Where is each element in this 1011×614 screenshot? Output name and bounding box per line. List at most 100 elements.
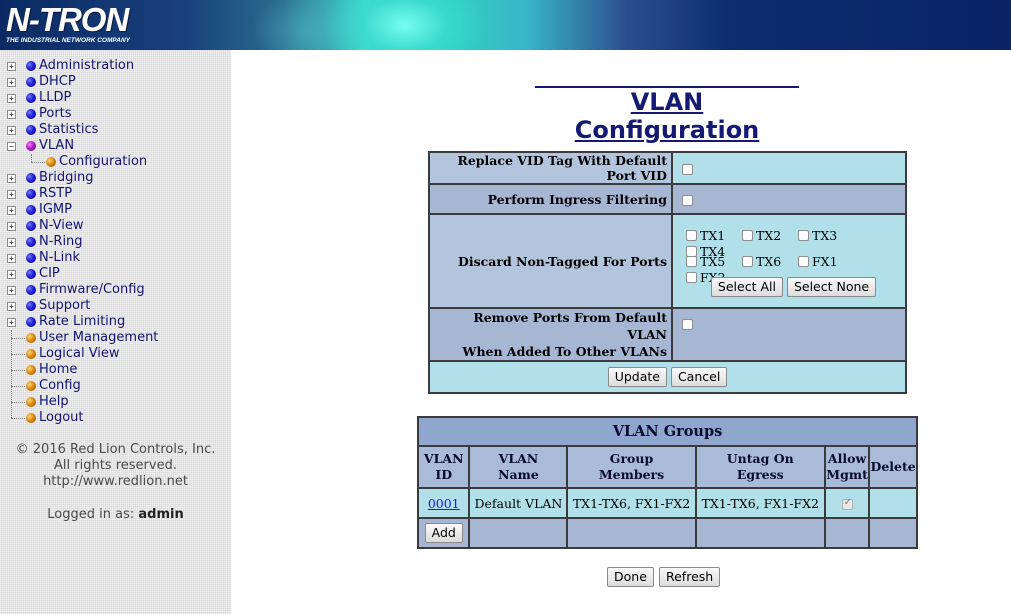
config-actions: Update Cancel: [430, 362, 905, 392]
rights-text: All rights reserved.: [54, 458, 177, 473]
collapse-icon[interactable]: −: [7, 142, 16, 151]
sidebar-item-cip[interactable]: + CIP: [0, 266, 231, 282]
login-prefix: Logged in as:: [47, 507, 135, 522]
expand-icon[interactable]: +: [7, 78, 16, 87]
company-url: http://www.redlion.net: [43, 474, 188, 489]
discard-untagged-cell: TX1TX2TX3TX4 TX5TX6FX1FX2 Select All Sel…: [673, 215, 905, 307]
blue-bullet-icon: [26, 205, 36, 215]
sidebar-item-statistics[interactable]: + Statistics: [0, 122, 231, 138]
delete-cell: [870, 489, 916, 517]
col-vlan-id-line2: ID: [435, 467, 453, 482]
sidebar-item-dhcp[interactable]: + DHCP: [0, 74, 231, 90]
empty-cell: [825, 519, 869, 547]
cancel-button[interactable]: Cancel: [670, 367, 728, 387]
select-all-button[interactable]: Select All: [710, 277, 783, 297]
sidebar-item-label: VLAN: [39, 138, 75, 153]
sidebar-item-igmp[interactable]: + IGMP: [0, 202, 231, 218]
sidebar-item-help[interactable]: Help: [0, 394, 231, 410]
remove-ports-label: Remove Ports From Default VLAN When Adde…: [430, 309, 671, 360]
banner-highlight: [320, 0, 490, 50]
expand-icon[interactable]: +: [7, 190, 16, 199]
sidebar-item-vlan[interactable]: − VLAN: [0, 138, 231, 154]
sidebar-item-n-view[interactable]: + N-View: [0, 218, 231, 234]
port-option-tx1: TX1: [686, 227, 742, 243]
remove-ports-checkbox[interactable]: [682, 319, 693, 330]
port-checkbox-tx1[interactable]: [686, 230, 697, 241]
expand-icon[interactable]: +: [7, 318, 16, 327]
refresh-button[interactable]: Refresh: [658, 567, 721, 587]
port-checkbox-tx3[interactable]: [798, 230, 809, 241]
expand-icon[interactable]: +: [7, 302, 16, 311]
sidebar-item-configuration[interactable]: Configuration: [0, 154, 231, 170]
expand-icon[interactable]: +: [7, 286, 16, 295]
expand-icon[interactable]: +: [7, 270, 16, 279]
expand-icon[interactable]: +: [7, 206, 16, 215]
port-option-fx1: FX1: [798, 253, 854, 269]
sidebar-item-rate-limiting[interactable]: + Rate Limiting: [0, 314, 231, 330]
logo-tagline: THE INDUSTRIAL NETWORK COMPANY: [6, 37, 130, 44]
col-allow-mgmt-line1: Allow: [827, 451, 867, 466]
ntron-logo: N-TRON THE INDUSTRIAL NETWORK COMPANY: [4, 1, 144, 45]
expand-icon[interactable]: +: [7, 254, 16, 263]
expand-icon[interactable]: +: [7, 222, 16, 231]
sidebar-item-label: Logical View: [39, 346, 120, 361]
port-checkbox-fx1[interactable]: [798, 256, 809, 267]
nav-tree: + Administration + DHCP + LLDP + Ports + Statisti…: [0, 58, 231, 426]
port-checkbox-tx2[interactable]: [742, 230, 753, 241]
sidebar-item-n-ring[interactable]: + N-Ring: [0, 234, 231, 250]
sidebar-item-label: CIP: [39, 266, 60, 281]
sidebar-item-lldp[interactable]: + LLDP: [0, 90, 231, 106]
port-checkbox-tx6[interactable]: [742, 256, 753, 267]
port-checkbox-fx2[interactable]: [686, 272, 697, 283]
tree-connector: [11, 386, 25, 387]
expand-icon[interactable]: +: [7, 174, 16, 183]
sidebar-item-logical-view[interactable]: Logical View: [0, 346, 231, 362]
ingress-filter-checkbox[interactable]: [682, 194, 693, 206]
empty-cell: [696, 519, 824, 547]
tree-connector: [11, 330, 12, 418]
page-title: VLAN Configuration: [535, 86, 799, 144]
expand-icon[interactable]: +: [7, 62, 16, 71]
sidebar-item-ports[interactable]: + Ports: [0, 106, 231, 122]
orange-bullet-icon: [26, 333, 36, 343]
expand-icon[interactable]: +: [7, 94, 16, 103]
blue-bullet-icon: [26, 285, 36, 295]
port-checkbox-tx5[interactable]: [686, 256, 697, 267]
sidebar-item-home[interactable]: Home: [0, 362, 231, 378]
vlan-id-cell: 0001: [419, 489, 469, 517]
orange-bullet-icon: [26, 381, 36, 391]
copyright-text: © 2016 Red Lion Controls, Inc.: [15, 442, 216, 457]
sidebar-item-label: Firmware/Config: [39, 282, 145, 297]
sidebar-item-config[interactable]: Config: [0, 378, 231, 394]
logo-wordmark: N-TRON: [6, 1, 129, 38]
port-option-tx6: TX6: [742, 253, 798, 269]
add-vlan-button[interactable]: Add: [424, 523, 463, 543]
sidebar-item-support[interactable]: + Support: [0, 298, 231, 314]
blue-bullet-icon: [26, 189, 36, 199]
blue-bullet-icon: [26, 301, 36, 311]
vlan-id-link[interactable]: 0001: [428, 496, 460, 511]
expand-icon[interactable]: +: [7, 110, 16, 119]
blue-bullet-icon: [26, 61, 36, 71]
done-button[interactable]: Done: [607, 567, 654, 587]
sidebar-item-bridging[interactable]: + Bridging: [0, 170, 231, 186]
remove-ports-cell: [673, 309, 905, 360]
sidebar-item-label: Configuration: [59, 154, 148, 169]
ports-row-1: TX1 TX2 TX3TX4: [686, 225, 905, 259]
sidebar-item-rstp[interactable]: + RSTP: [0, 186, 231, 202]
sidebar-item-firmware-config[interactable]: + Firmware/Config: [0, 282, 231, 298]
replace-vid-checkbox[interactable]: [682, 163, 693, 175]
col-vlan-name: VLAN Name: [470, 447, 567, 487]
orange-bullet-icon: [26, 349, 36, 359]
sidebar-item-user-management[interactable]: User Management: [0, 330, 231, 346]
purple-bullet-icon: [26, 141, 36, 151]
update-button[interactable]: Update: [607, 367, 667, 387]
select-none-button[interactable]: Select None: [786, 277, 877, 297]
expand-icon[interactable]: +: [7, 238, 16, 247]
port-label: FX1: [812, 254, 838, 269]
sidebar-item-n-link[interactable]: + N-Link: [0, 250, 231, 266]
vlan-groups-table: VLAN Groups VLAN ID VLAN Name Group Memb…: [417, 416, 918, 549]
expand-icon[interactable]: +: [7, 126, 16, 135]
sidebar-item-logout[interactable]: Logout: [0, 410, 231, 426]
sidebar-item-administration[interactable]: + Administration: [0, 58, 231, 74]
